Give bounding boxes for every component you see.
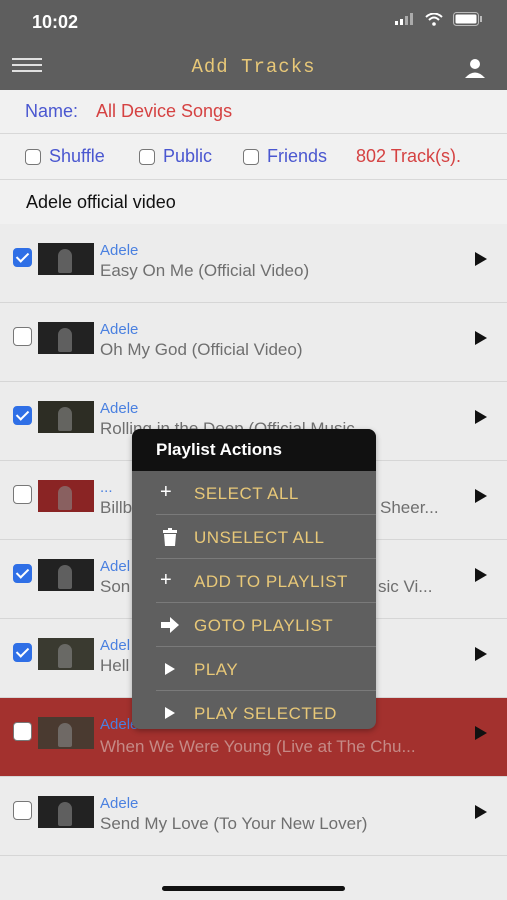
track-thumbnail: [38, 401, 94, 433]
wifi-icon: [425, 12, 443, 26]
home-indicator[interactable]: [162, 886, 345, 891]
select-all-button[interactable]: + SELECT ALL: [156, 471, 376, 515]
track-artist: Adele: [100, 242, 139, 259]
track-title: Send My Love (To Your New Lover): [100, 814, 368, 833]
track-row[interactable]: Adele Send My Love (To Your New Lover): [0, 777, 507, 856]
profile-icon[interactable]: [463, 56, 487, 80]
track-row[interactable]: Adele Oh My God (Official Video): [0, 303, 507, 382]
battery-icon: [453, 12, 482, 26]
track-artist: ...: [100, 479, 113, 496]
play-icon[interactable]: [475, 331, 487, 345]
menu-item-label: ADD TO PLAYLIST: [194, 572, 348, 591]
track-thumbnail: [38, 559, 94, 591]
public-checkbox[interactable]: Public: [139, 146, 212, 167]
track-checkbox[interactable]: [13, 722, 32, 741]
play-icon[interactable]: [475, 568, 487, 582]
track-thumbnail: [38, 243, 94, 275]
plus-icon: +: [160, 481, 173, 503]
status-time: 10:02: [32, 12, 79, 32]
track-checkbox[interactable]: [13, 406, 32, 425]
checkbox-icon: [139, 148, 155, 165]
play-icon: [165, 707, 175, 719]
track-thumbnail: [38, 480, 94, 512]
trash-icon: [163, 528, 177, 546]
menu-item-label: SELECT ALL: [194, 484, 299, 503]
arrow-right-icon: [161, 617, 179, 633]
track-artist: Adele: [100, 400, 139, 417]
track-title: Son: [100, 577, 131, 596]
friends-checkbox[interactable]: Friends: [243, 146, 327, 167]
search-field[interactable]: Adele official video: [0, 180, 507, 225]
search-text: Adele official video: [26, 192, 176, 212]
shuffle-label: Shuffle: [49, 146, 105, 166]
public-label: Public: [163, 146, 213, 166]
track-checkbox[interactable]: [13, 801, 32, 820]
track-artist: Adele: [100, 321, 139, 338]
add-to-playlist-button[interactable]: + ADD TO PLAYLIST: [156, 559, 376, 603]
name-label: Name:: [25, 101, 79, 121]
friends-label: Friends: [267, 146, 328, 166]
menu-item-label: GOTO PLAYLIST: [194, 616, 334, 635]
track-artist: Adel: [100, 637, 131, 654]
play-icon[interactable]: [475, 489, 487, 503]
track-title: Easy On Me (Official Video): [100, 261, 310, 280]
plus-icon: +: [160, 569, 173, 591]
playlist-name-bar: Name: All Device Songs: [0, 90, 507, 134]
track-title: Hell: [100, 656, 130, 675]
track-title: When We Were Young (Live at The Chu...: [100, 737, 416, 756]
menu-title: Playlist Actions: [132, 429, 376, 471]
status-bar: 10:02: [0, 0, 507, 44]
track-thumbnail: [38, 717, 94, 749]
track-row[interactable]: Adele Easy On Me (Official Video): [0, 224, 507, 303]
checkbox-icon: [25, 148, 41, 165]
track-title: Oh My God (Official Video): [100, 340, 303, 359]
track-artist: Adele: [100, 795, 139, 812]
track-title-tail: sic Vi...: [378, 577, 433, 596]
options-bar: Shuffle Public Friends 802 Track(s).: [0, 134, 507, 180]
play-icon[interactable]: [475, 647, 487, 661]
track-checkbox[interactable]: [13, 485, 32, 504]
goto-playlist-button[interactable]: GOTO PLAYLIST: [156, 603, 376, 647]
track-artist: Adel: [100, 558, 131, 575]
menu-item-label: PLAY SELECTED: [194, 704, 337, 723]
track-count: 802 Track(s).: [356, 146, 462, 166]
play-icon: [165, 663, 175, 675]
track-thumbnail: [38, 638, 94, 670]
play-selected-button[interactable]: PLAY SELECTED: [156, 691, 376, 729]
shuffle-checkbox[interactable]: Shuffle: [25, 146, 105, 167]
page-title: Add Tracks: [191, 56, 316, 78]
play-button[interactable]: PLAY: [156, 647, 376, 691]
playlist-actions-menu: Playlist Actions + SELECT ALL UNSELECT A…: [132, 429, 376, 729]
track-checkbox[interactable]: [13, 248, 32, 267]
track-title-tail: Sheer...: [380, 498, 439, 517]
nav-bar: Add Tracks: [0, 44, 507, 90]
track-checkbox[interactable]: [13, 643, 32, 662]
status-icons: [395, 12, 483, 26]
play-icon[interactable]: [475, 726, 487, 740]
menu-item-label: UNSELECT ALL: [194, 528, 325, 547]
track-thumbnail: [38, 322, 94, 354]
track-checkbox[interactable]: [13, 327, 32, 346]
play-icon[interactable]: [475, 252, 487, 266]
signal-icon: [395, 13, 413, 25]
menu-item-label: PLAY: [194, 660, 239, 679]
track-title: Billb: [100, 498, 133, 517]
track-thumbnail: [38, 796, 94, 828]
play-icon[interactable]: [475, 410, 487, 424]
checkbox-icon: [243, 148, 259, 165]
unselect-all-button[interactable]: UNSELECT ALL: [156, 515, 376, 559]
track-checkbox[interactable]: [13, 564, 32, 583]
name-value[interactable]: All Device Songs: [96, 101, 232, 122]
play-icon[interactable]: [475, 805, 487, 819]
